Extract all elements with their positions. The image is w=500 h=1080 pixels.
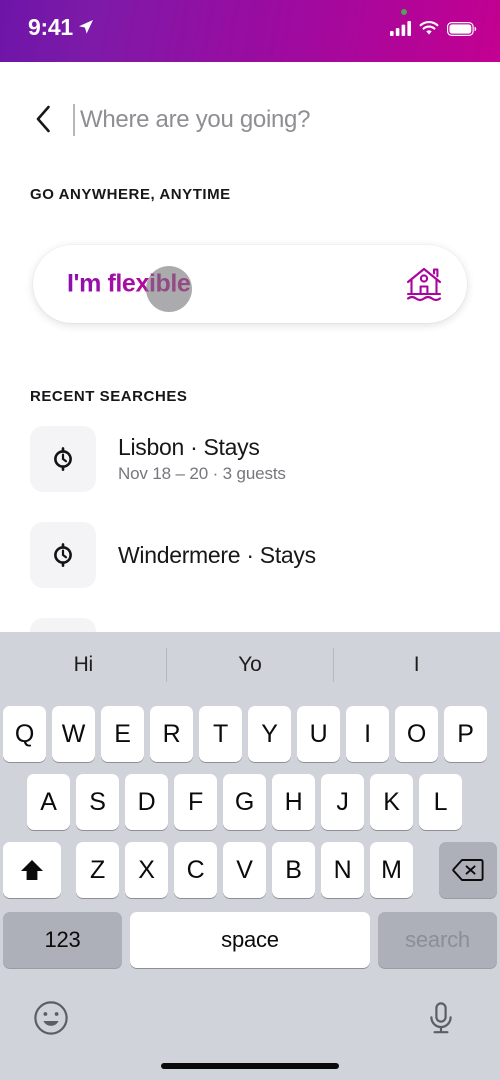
key-r[interactable]: R bbox=[150, 706, 193, 762]
key-d[interactable]: D bbox=[125, 774, 168, 830]
battery-full-icon bbox=[447, 22, 477, 36]
key-i[interactable]: I bbox=[346, 706, 389, 762]
key-s[interactable]: S bbox=[76, 774, 119, 830]
key-j[interactable]: J bbox=[321, 774, 364, 830]
house-on-water-icon bbox=[406, 267, 442, 302]
list-item-title: Lisbon · Stays bbox=[118, 434, 260, 460]
key-o[interactable]: O bbox=[395, 706, 438, 762]
chevron-left-icon bbox=[36, 105, 50, 133]
search-sheet: GO ANYWHERE, ANYTIME I'm flexible RECENT… bbox=[0, 58, 500, 638]
location-arrow-icon bbox=[79, 20, 93, 34]
key-e[interactable]: E bbox=[101, 706, 144, 762]
microphone-icon bbox=[430, 1002, 452, 1034]
list-item[interactable]: Lisbon · Stays Nov 18 – 20 · 3 guests bbox=[30, 426, 470, 494]
key-h[interactable]: H bbox=[272, 774, 315, 830]
search-return-key[interactable]: search bbox=[378, 912, 497, 968]
shift-arrow-icon bbox=[21, 860, 43, 880]
key-y[interactable]: Y bbox=[248, 706, 291, 762]
wifi-icon bbox=[419, 21, 439, 35]
suggestion-bar: Hi Yo I bbox=[0, 632, 500, 698]
cellular-signal-icon bbox=[390, 21, 411, 36]
list-item-title: Windermere · Stays bbox=[118, 542, 316, 568]
status-bar-clock: 9:41 bbox=[28, 14, 73, 40]
dictation-key[interactable] bbox=[420, 997, 468, 1045]
suggestion-0[interactable]: Hi bbox=[0, 632, 167, 698]
on-screen-keyboard: Hi Yo I Q W E R T Y U I O P A S D F G H … bbox=[0, 632, 500, 1080]
suggestion-1[interactable]: Yo bbox=[167, 632, 334, 698]
home-indicator-bar bbox=[161, 1063, 339, 1069]
key-c[interactable]: C bbox=[174, 842, 217, 898]
key-f[interactable]: F bbox=[174, 774, 217, 830]
status-bar: 9:41 bbox=[0, 0, 500, 62]
clock-history-icon bbox=[30, 522, 96, 588]
go-anywhere-label: GO ANYWHERE, ANYTIME bbox=[30, 186, 231, 203]
key-b[interactable]: B bbox=[272, 842, 315, 898]
back-button[interactable] bbox=[26, 102, 60, 136]
numbers-key[interactable]: 123 bbox=[3, 912, 122, 968]
key-v[interactable]: V bbox=[223, 842, 266, 898]
emoji-key[interactable] bbox=[30, 997, 78, 1045]
suggestion-divider bbox=[166, 648, 167, 682]
key-k[interactable]: K bbox=[370, 774, 413, 830]
key-l[interactable]: L bbox=[419, 774, 462, 830]
key-a[interactable]: A bbox=[27, 774, 70, 830]
key-u[interactable]: U bbox=[297, 706, 340, 762]
key-n[interactable]: N bbox=[321, 842, 364, 898]
suggestion-2[interactable]: I bbox=[333, 632, 500, 698]
search-row bbox=[0, 88, 500, 152]
green-recording-dot bbox=[401, 9, 407, 15]
key-w[interactable]: W bbox=[52, 706, 95, 762]
key-g[interactable]: G bbox=[223, 774, 266, 830]
clock-history-icon bbox=[30, 426, 96, 492]
touch-indicator bbox=[146, 266, 192, 312]
im-flexible-button[interactable]: I'm flexible bbox=[33, 245, 467, 323]
key-q[interactable]: Q bbox=[3, 706, 46, 762]
list-item[interactable]: Windermere · Stays bbox=[30, 522, 470, 590]
space-key[interactable]: space bbox=[130, 912, 370, 968]
delete-key[interactable] bbox=[439, 842, 497, 898]
shift-key[interactable] bbox=[3, 842, 61, 898]
text-caret bbox=[73, 104, 75, 136]
key-x[interactable]: X bbox=[125, 842, 168, 898]
key-z[interactable]: Z bbox=[76, 842, 119, 898]
key-m[interactable]: M bbox=[370, 842, 413, 898]
list-item-subtitle: Nov 18 – 20 · 3 guests bbox=[118, 464, 286, 483]
backspace-delete-icon bbox=[452, 859, 484, 881]
recent-searches-label: RECENT SEARCHES bbox=[30, 388, 188, 405]
search-input[interactable] bbox=[80, 101, 470, 139]
key-p[interactable]: P bbox=[444, 706, 487, 762]
smiley-face-icon bbox=[34, 1001, 68, 1035]
key-t[interactable]: T bbox=[199, 706, 242, 762]
suggestion-divider bbox=[333, 648, 334, 682]
